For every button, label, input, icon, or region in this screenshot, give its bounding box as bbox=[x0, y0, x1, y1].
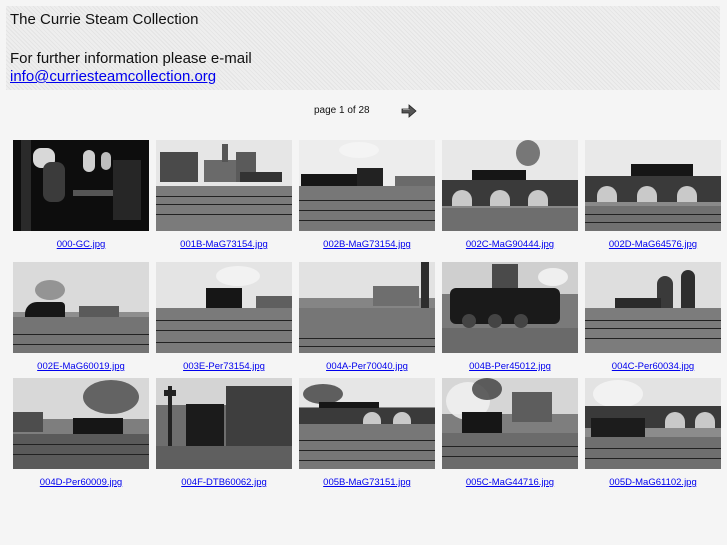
right-arrow-icon bbox=[401, 104, 417, 118]
thumbnail-image[interactable] bbox=[13, 262, 149, 353]
thumbnail-item[interactable]: 002C-MaG90444.jpg bbox=[439, 140, 581, 250]
thumbnail-caption[interactable]: 002C-MaG90444.jpg bbox=[439, 239, 581, 250]
thumbnail-caption[interactable]: 001B-MaG73154.jpg bbox=[153, 239, 295, 250]
thumbnail-image[interactable] bbox=[156, 140, 292, 231]
thumbnail-item[interactable]: 003E-Per73154.jpg bbox=[153, 262, 295, 372]
thumbnail-caption[interactable]: 005B-MaG73151.jpg bbox=[296, 477, 438, 488]
thumbnail-item[interactable]: 000-GC.jpg bbox=[10, 140, 152, 250]
thumbnail-caption[interactable]: 002E-MaG60019.jpg bbox=[10, 361, 152, 372]
thumbnail-item[interactable]: 002B-MaG73154.jpg bbox=[296, 140, 438, 250]
thumbnail-item[interactable]: 005C-MaG44716.jpg bbox=[439, 378, 581, 488]
thumbnail-image[interactable] bbox=[13, 140, 149, 231]
thumbnail-caption[interactable]: 002D-MaG64576.jpg bbox=[582, 239, 724, 250]
thumbnail-image[interactable] bbox=[156, 262, 292, 353]
thumbnail-caption[interactable]: 005C-MaG44716.jpg bbox=[439, 477, 581, 488]
thumbnail-item[interactable]: 004A-Per70040.jpg bbox=[296, 262, 438, 372]
thumbnail-item[interactable]: 001B-MaG73154.jpg bbox=[153, 140, 295, 250]
thumbnail-image[interactable] bbox=[13, 378, 149, 469]
thumbnail-image[interactable] bbox=[299, 262, 435, 353]
thumbnail-caption[interactable]: 004F-DTB60062.jpg bbox=[153, 477, 295, 488]
thumbnail-caption[interactable]: 004C-Per60034.jpg bbox=[582, 361, 724, 372]
thumbnail-item[interactable]: 002D-MaG64576.jpg bbox=[582, 140, 724, 250]
page-indicator: page 1 of 28 bbox=[314, 105, 370, 116]
site-title: The Currie Steam Collection bbox=[10, 11, 199, 28]
thumbnail-image[interactable] bbox=[585, 378, 721, 469]
thumbnail-caption[interactable]: 004B-Per45012.jpg bbox=[439, 361, 581, 372]
header-panel: The Currie Steam Collection For further … bbox=[6, 6, 720, 90]
thumbnail-image[interactable] bbox=[442, 378, 578, 469]
thumbnail-caption[interactable]: 003E-Per73154.jpg bbox=[153, 361, 295, 372]
thumbnail-item[interactable]: 004D-Per60009.jpg bbox=[10, 378, 152, 488]
thumbnail-image[interactable] bbox=[585, 140, 721, 231]
thumbnail-image[interactable] bbox=[442, 140, 578, 231]
thumbnail-caption[interactable]: 005D-MaG61102.jpg bbox=[582, 477, 724, 488]
thumbnail-item[interactable]: 004B-Per45012.jpg bbox=[439, 262, 581, 372]
thumbnail-item[interactable]: 004C-Per60034.jpg bbox=[582, 262, 724, 372]
email-link[interactable]: info@curriesteamcollection.org bbox=[10, 68, 216, 85]
thumbnail-item[interactable]: 004F-DTB60062.jpg bbox=[153, 378, 295, 488]
thumbnail-image[interactable] bbox=[299, 140, 435, 231]
thumbnail-caption[interactable]: 004D-Per60009.jpg bbox=[10, 477, 152, 488]
thumbnail-item[interactable]: 005B-MaG73151.jpg bbox=[296, 378, 438, 488]
contact-info-text: For further information please e-mail bbox=[10, 50, 252, 67]
thumbnail-item[interactable]: 002E-MaG60019.jpg bbox=[10, 262, 152, 372]
thumbnail-image[interactable] bbox=[585, 262, 721, 353]
thumbnail-image[interactable] bbox=[156, 378, 292, 469]
thumbnail-caption[interactable]: 000-GC.jpg bbox=[10, 239, 152, 250]
thumbnail-caption[interactable]: 004A-Per70040.jpg bbox=[296, 361, 438, 372]
thumbnail-image[interactable] bbox=[299, 378, 435, 469]
next-page-button[interactable] bbox=[401, 104, 417, 118]
thumbnail-image[interactable] bbox=[442, 262, 578, 353]
thumbnail-item[interactable]: 005D-MaG61102.jpg bbox=[582, 378, 724, 488]
thumbnail-caption[interactable]: 002B-MaG73154.jpg bbox=[296, 239, 438, 250]
